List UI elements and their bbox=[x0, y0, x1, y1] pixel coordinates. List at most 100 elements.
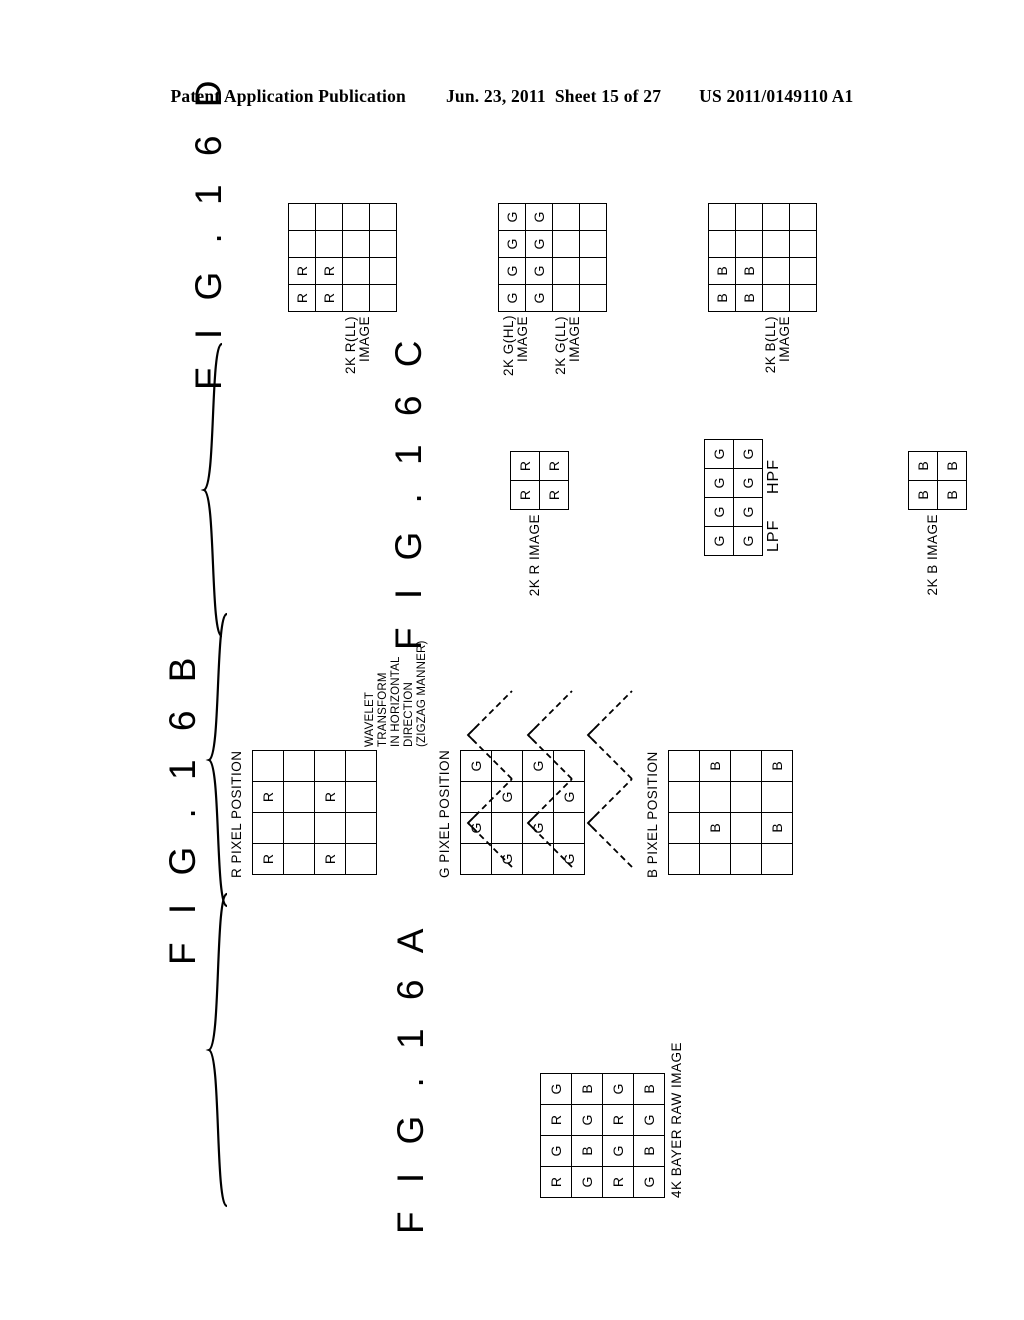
label-lpf: LPF bbox=[765, 519, 782, 552]
grid-cell bbox=[491, 750, 523, 782]
figure-16a-title: F I G . 1 6 A bbox=[390, 919, 431, 1234]
grid-2k-r-image: RR RR bbox=[510, 451, 569, 510]
grid-cell bbox=[735, 230, 763, 258]
label-b-pixel-position: B PIXEL POSITION bbox=[645, 751, 660, 878]
grid-cell: G bbox=[733, 468, 763, 498]
label-hpf: HPF bbox=[765, 459, 782, 494]
grid-cell bbox=[708, 230, 736, 258]
grid-2k-b-ll: BB BB bbox=[708, 203, 817, 312]
grid-cell: R bbox=[539, 451, 569, 481]
grid-cell: B bbox=[708, 257, 736, 285]
figure-16b-title: F I G . 1 6 B bbox=[162, 648, 203, 965]
figure-16d: F I G . 1 6 D 2K R(LL) IMAGE RR RR 2K G(… bbox=[180, 72, 840, 390]
grid-cell bbox=[315, 203, 343, 231]
grid-cell: G bbox=[498, 284, 526, 312]
figure-16c: F I G . 1 6 C 2K R IMAGE RR RR G G G G G… bbox=[380, 332, 1024, 650]
grid-cell: G bbox=[498, 203, 526, 231]
grid-cell: B bbox=[908, 480, 938, 510]
grid-g-pixel-position: GG GG GG GG bbox=[460, 750, 585, 875]
grid-cell: G bbox=[540, 1135, 572, 1167]
grid-cell bbox=[460, 843, 492, 875]
label-2k-g-hl: 2K G(HL) IMAGE bbox=[501, 314, 531, 376]
grid-cell bbox=[579, 257, 607, 285]
grid-cell bbox=[288, 230, 316, 258]
grid-cell bbox=[761, 843, 793, 875]
grid-cell: B bbox=[761, 812, 793, 844]
grid-cell: R bbox=[252, 843, 284, 875]
grid-cell bbox=[345, 812, 377, 844]
grid-cell: R bbox=[540, 1166, 572, 1198]
grid-cell bbox=[553, 750, 585, 782]
grid-cell bbox=[730, 843, 762, 875]
page-header: Patent Application Publication Jun. 23, … bbox=[0, 86, 1024, 107]
grid-cell bbox=[730, 781, 762, 813]
grid-cell bbox=[552, 284, 580, 312]
grid-cell bbox=[579, 203, 607, 231]
grid-cell: G bbox=[704, 526, 734, 556]
annotation-wavelet-transform: WAVELET TRANSFORM IN HORIZONTAL DIRECTIO… bbox=[364, 640, 428, 748]
figure-16b: F I G . 1 6 B R PIXEL POSITION RR RR G P… bbox=[150, 641, 840, 965]
grid-cell: G bbox=[540, 1073, 572, 1105]
grid-cell bbox=[345, 843, 377, 875]
grid-cell: G bbox=[704, 439, 734, 469]
grid-cell: G bbox=[571, 1104, 603, 1136]
grid-cell: B bbox=[735, 284, 763, 312]
grid-cell: G bbox=[602, 1073, 634, 1105]
grid-cell: B bbox=[708, 284, 736, 312]
grid-2k-r-ll: RR RR bbox=[288, 203, 397, 312]
grid-cell: R bbox=[315, 257, 343, 285]
grid-cell: G bbox=[498, 230, 526, 258]
brace-16d bbox=[200, 342, 224, 638]
grid-cell: G bbox=[704, 468, 734, 498]
grid-cell bbox=[345, 750, 377, 782]
label-2k-b-ll: 2K B(LL) IMAGE bbox=[763, 316, 793, 374]
grid-cell bbox=[460, 781, 492, 813]
grid-cell bbox=[789, 284, 817, 312]
brace-16b bbox=[205, 892, 229, 1208]
grid-cell: B bbox=[633, 1135, 665, 1167]
label-2k-g-ll: 2K G(LL) IMAGE bbox=[553, 316, 583, 375]
grid-cell bbox=[491, 812, 523, 844]
grid-cell: B bbox=[699, 750, 731, 782]
grid-cell: B bbox=[571, 1135, 603, 1167]
grid-cell: B bbox=[761, 750, 793, 782]
grid-cell bbox=[762, 284, 790, 312]
figure-16a: F I G . 1 6 A RGRG GBGB RGRG GBGB 4K BAY… bbox=[380, 920, 780, 1240]
grid-cell: R bbox=[288, 257, 316, 285]
grid-cell: G bbox=[525, 257, 553, 285]
grid-cell bbox=[342, 203, 370, 231]
header-sheet: Sheet 15 of 27 bbox=[554, 86, 662, 106]
grid-cell: G bbox=[733, 439, 763, 469]
grid-2k-g-image: G G G G G G G G bbox=[704, 439, 763, 556]
grid-cell: G bbox=[525, 203, 553, 231]
grid-cell: B bbox=[633, 1073, 665, 1105]
label-2k-r-image: 2K R IMAGE bbox=[527, 514, 542, 597]
grid-cell: G bbox=[733, 526, 763, 556]
grid-cell bbox=[789, 257, 817, 285]
grid-cell bbox=[762, 203, 790, 231]
grid-cell bbox=[730, 750, 762, 782]
grid-cell: G bbox=[491, 843, 523, 875]
grid-cell bbox=[522, 781, 554, 813]
grid-cell: G bbox=[602, 1135, 634, 1167]
label-r-pixel-position: R PIXEL POSITION bbox=[229, 750, 244, 878]
grid-cell: B bbox=[908, 451, 938, 481]
grid-cell: R bbox=[510, 451, 540, 481]
grid-cell: B bbox=[937, 480, 967, 510]
grid-cell: R bbox=[539, 480, 569, 510]
grid-cell bbox=[283, 843, 315, 875]
grid-cell: G bbox=[571, 1166, 603, 1198]
grid-2k-b-image: BB BB bbox=[908, 451, 967, 510]
label-g-pixel-position: G PIXEL POSITION bbox=[437, 749, 452, 878]
grid-cell: G bbox=[633, 1104, 665, 1136]
label-2k-r-ll: 2K R(LL) IMAGE bbox=[343, 316, 373, 375]
grid-cell bbox=[553, 812, 585, 844]
grid-cell bbox=[283, 812, 315, 844]
grid-cell: G bbox=[553, 781, 585, 813]
grid-cell: B bbox=[699, 812, 731, 844]
grid-cell: G bbox=[525, 284, 553, 312]
grid-cell: G bbox=[460, 812, 492, 844]
grid-b-pixel-position: BB BB bbox=[668, 750, 793, 875]
grid-cell bbox=[789, 230, 817, 258]
grid-cell: G bbox=[633, 1166, 665, 1198]
